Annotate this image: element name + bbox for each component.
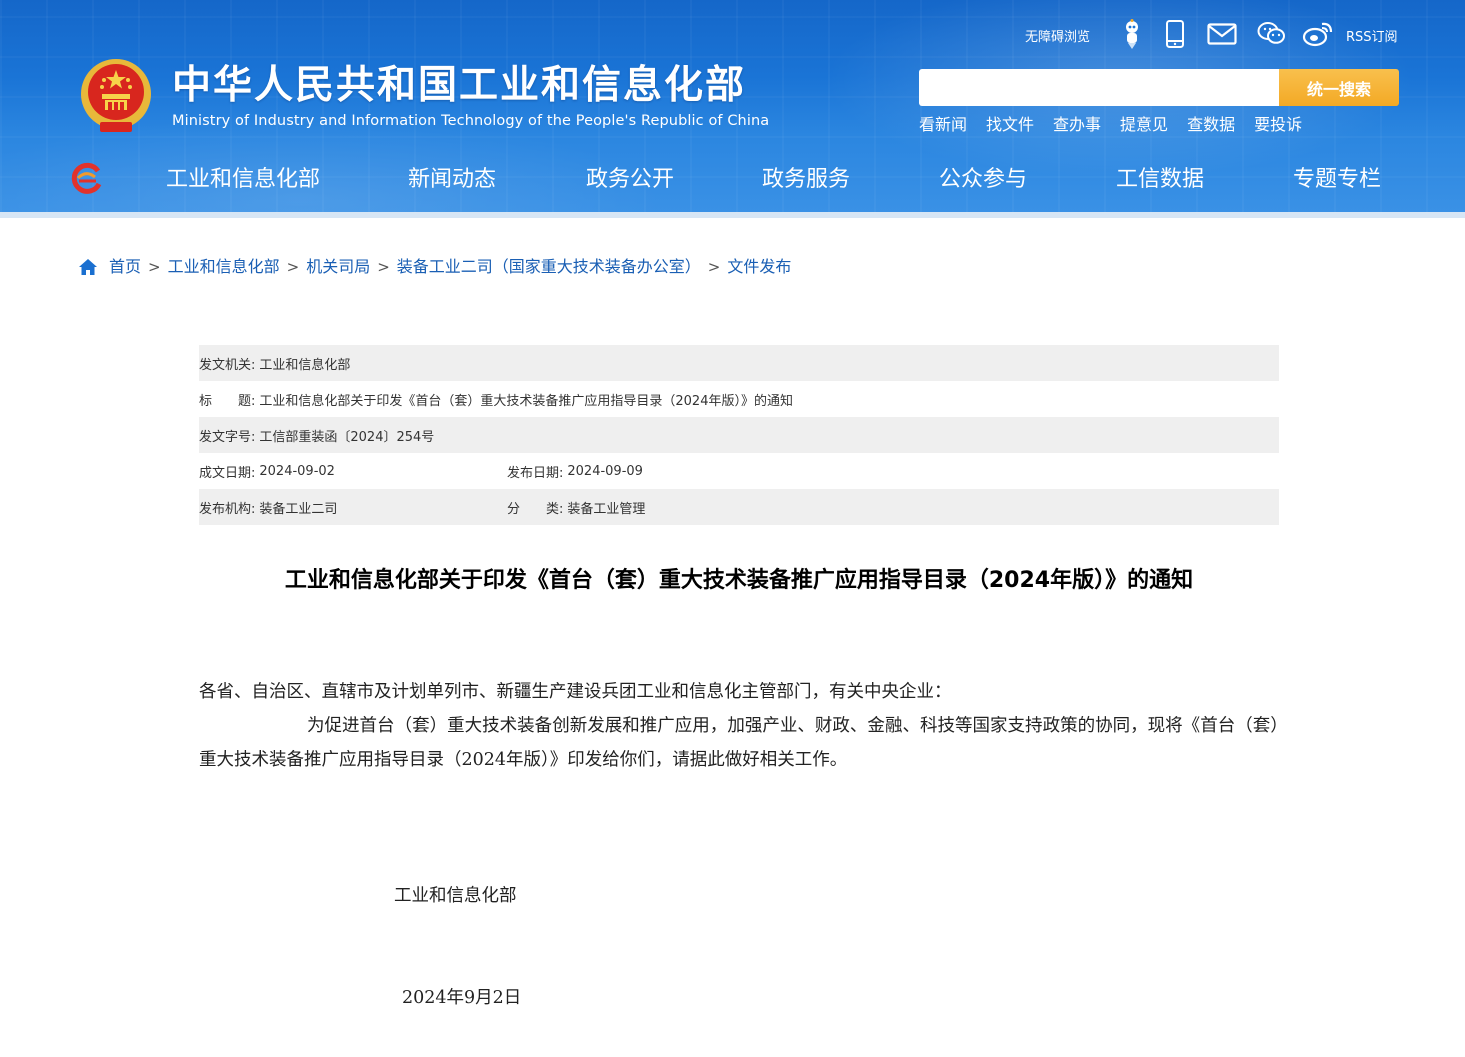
national-emblem-icon[interactable]	[78, 56, 154, 136]
quick-link-complaint[interactable]: 要投诉	[1254, 114, 1302, 136]
meta-issuer-value: 工业和信息化部	[259, 357, 351, 373]
quick-link-services[interactable]: 查办事	[1053, 114, 1101, 136]
unified-search-button[interactable]: 统一搜索	[1279, 69, 1399, 106]
article-title: 工业和信息化部关于印发《首台（套）重大技术装备推广应用指导目录（2024年版）》…	[284, 568, 1194, 593]
signature-organization: 工业和信息化部	[394, 886, 517, 906]
wechat-icon[interactable]	[1256, 18, 1288, 50]
meta-row-issuer: 发文机关: 工业和信息化部	[199, 345, 1279, 381]
meta-doc-number-value: 工信部重装函〔2024〕254号	[259, 429, 435, 445]
signature-date: 2024年9月2日	[402, 988, 522, 1008]
breadcrumb-separator: >	[148, 258, 161, 276]
meta-label: 发布机构:	[199, 501, 256, 517]
search-input[interactable]	[919, 69, 1279, 106]
breadcrumb-equipment-dept[interactable]: 装备工业二司（国家重大技术装备办公室）	[397, 255, 701, 279]
site-subtitle: Ministry of Industry and Information Tec…	[172, 113, 770, 129]
utility-bar: 无障碍浏览 RSS订阅	[1022, 18, 1422, 50]
nav-public-participation[interactable]: 公众参与	[939, 164, 1027, 196]
rss-subscribe-link[interactable]: RSS订阅	[1346, 26, 1398, 45]
quick-link-news[interactable]: 看新闻	[919, 114, 967, 136]
meta-publish-date-value: 2024-09-09	[567, 463, 643, 479]
breadcrumb-separator: >	[286, 258, 300, 276]
mobile-icon[interactable]	[1159, 18, 1191, 50]
meta-row-dates: 成文日期: 2024-09-02 发布日期: 2024-09-09	[199, 453, 1279, 489]
meta-title-value: 工业和信息化部关于印发《首台（套）重大技术装备推广应用指导目录（2024年版）》…	[259, 393, 793, 409]
quick-links: 看新闻 找文件 查办事 提意见 查数据 要投诉	[919, 114, 1321, 136]
weibo-icon[interactable]	[1302, 18, 1334, 50]
home-icon[interactable]	[78, 257, 98, 277]
meta-row-publisher: 发布机构: 装备工业二司 分 类: 装备工业管理	[199, 489, 1279, 525]
breadcrumb-separator: >	[707, 258, 721, 276]
breadcrumb-miit[interactable]: 工业和信息化部	[168, 255, 280, 279]
header-divider	[0, 212, 1465, 218]
nav-gov-services[interactable]: 政务服务	[762, 164, 850, 196]
breadcrumb-home[interactable]: 首页	[109, 255, 141, 279]
article-paragraph: 为促进首台（套）重大技术装备创新发展和推广应用，加强产业、财政、金融、科技等国家…	[199, 716, 1279, 770]
nav-miit[interactable]: 工业和信息化部	[166, 164, 320, 196]
site-header: 中华人民共和国工业和信息化部 Ministry of Industry and …	[0, 0, 1465, 218]
meta-label: 发文机关:	[199, 357, 256, 373]
accessible-browse-link[interactable]: 无障碍浏览	[1025, 26, 1090, 45]
quick-link-feedback[interactable]: 提意见	[1120, 114, 1168, 136]
site-title[interactable]: 中华人民共和国工业和信息化部	[172, 62, 746, 110]
miit-logo-icon[interactable]	[68, 162, 104, 194]
meta-label: 发布日期:	[507, 465, 564, 481]
nav-gov-affairs[interactable]: 政务公开	[586, 164, 674, 196]
meta-row-title: 标 题: 工业和信息化部关于印发《首台（套）重大技术装备推广应用指导目录（202…	[199, 381, 1279, 417]
breadcrumb-separator: >	[377, 258, 390, 276]
document-meta-table: 发文机关: 工业和信息化部 标 题: 工业和信息化部关于印发《首台（套）重大技术…	[199, 345, 1279, 525]
breadcrumb-departments[interactable]: 机关司局	[306, 255, 370, 279]
quick-link-data[interactable]: 查数据	[1187, 114, 1235, 136]
meta-label: 分 类:	[507, 501, 564, 517]
meta-publisher-value: 装备工业二司	[259, 501, 338, 517]
breadcrumb-document-release[interactable]: 文件发布	[727, 255, 791, 279]
nav-special-topics[interactable]: 专题专栏	[1293, 164, 1381, 196]
nav-news[interactable]: 新闻动态	[408, 164, 496, 196]
meta-written-date-value: 2024-09-02	[259, 463, 335, 479]
meta-row-doc-number: 发文字号: 工信部重装函〔2024〕254号	[199, 417, 1279, 453]
breadcrumb: 首页 > 工业和信息化部 > 机关司局 > 装备工业二司（国家重大技术装备办公室…	[78, 255, 791, 279]
mail-icon[interactable]	[1206, 18, 1238, 50]
meta-label: 发文字号:	[199, 429, 256, 445]
quick-link-documents[interactable]: 找文件	[986, 114, 1034, 136]
meta-category-value: 装备工业管理	[567, 501, 646, 517]
article-salutation: 各省、自治区、直辖市及计划单列市、新疆生产建设兵团工业和信息化主管部门，有关中央…	[199, 682, 952, 702]
robot-assistant-icon[interactable]	[1116, 18, 1148, 50]
meta-label: 标 题:	[199, 393, 256, 409]
nav-miit-data[interactable]: 工信数据	[1116, 164, 1204, 196]
meta-label: 成文日期:	[199, 465, 256, 481]
